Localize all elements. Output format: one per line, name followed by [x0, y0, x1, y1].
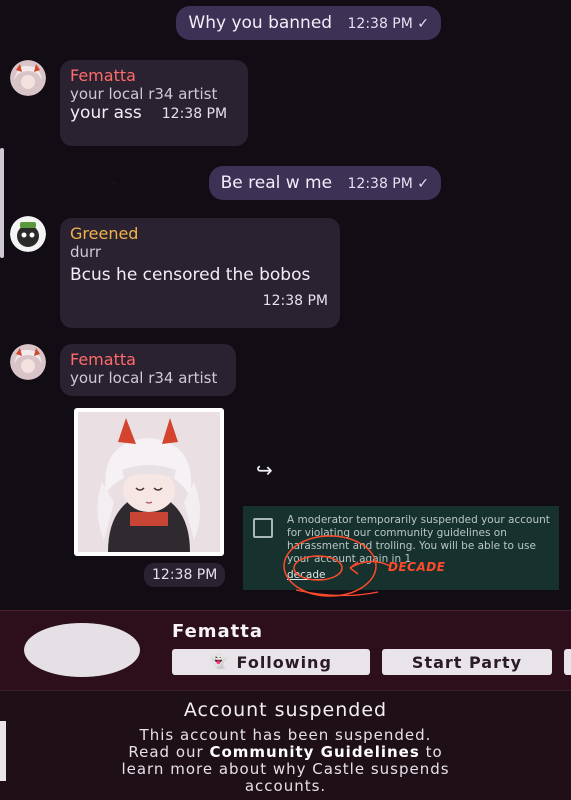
image-attachment[interactable] — [74, 408, 224, 556]
scroll-edge-indicator — [0, 148, 4, 258]
following-label: Following — [236, 652, 332, 672]
message-time: 12:38 PM — [144, 563, 226, 587]
avatar-fematta[interactable] — [10, 344, 46, 380]
start-party-label: Start Party — [411, 652, 523, 672]
profile-card: Fematta 👻 Following Start Party — [0, 610, 571, 690]
suspended-line: This account has been suspended. — [139, 726, 432, 744]
incoming-message[interactable]: Greened durr Bcus he censored the bobos … — [60, 218, 340, 328]
message-text: your ass — [70, 103, 142, 123]
ghost-icon: 👻 — [210, 654, 229, 670]
following-button[interactable]: 👻 Following — [172, 649, 370, 675]
sender-subtitle: durr — [70, 243, 102, 261]
forward-icon[interactable]: ↪ — [256, 458, 273, 482]
sender-subtitle: your local r34 artist — [70, 369, 218, 387]
message-time: 12:38 PM ✓ — [347, 176, 430, 192]
profile-avatar[interactable] — [24, 623, 140, 677]
avatar-greened[interactable] — [10, 216, 46, 252]
suspended-body: This account has been suspended. Read ou… — [0, 727, 571, 795]
sender-name[interactable]: Fematta — [70, 350, 224, 369]
panel-edge — [0, 721, 6, 781]
suspended-line: to — [419, 743, 443, 761]
castle-logo-icon — [253, 518, 273, 538]
sender-name[interactable]: Fematta — [70, 66, 236, 85]
incoming-message[interactable]: Fematta your local r34 artist your ass 1… — [60, 60, 248, 146]
suspended-title: Account suspended — [183, 699, 388, 721]
message-time: 12:38 PM ✓ — [347, 16, 430, 32]
account-suspended-panel: Account suspended This account has been … — [0, 690, 571, 800]
suspended-line: Read our — [128, 743, 210, 761]
community-guidelines-link[interactable]: Community Guidelines — [209, 743, 419, 761]
outgoing-message[interactable]: Be real w me 12:38 PM ✓ — [208, 166, 441, 200]
incoming-message-header[interactable]: Fematta your local r34 artist — [60, 344, 236, 396]
message-text: Bcus he censored the bobos — [70, 265, 311, 285]
notice-highlight-word: decade — [287, 569, 326, 581]
decade-annotation: DECADE — [388, 560, 446, 574]
sender-name[interactable]: Greened — [70, 224, 328, 243]
message-time: 12:38 PM — [262, 293, 328, 309]
avatar-fematta[interactable] — [10, 60, 46, 96]
suspended-line: learn more about why Castle suspends — [121, 760, 450, 778]
more-button[interactable] — [564, 649, 571, 675]
message-text: Why you banned — [188, 13, 333, 33]
start-party-button[interactable]: Start Party — [382, 649, 552, 675]
outgoing-message[interactable]: Why you banned 12:38 PM ✓ — [176, 6, 441, 40]
message-time: 12:38 PM — [161, 106, 228, 122]
suspension-notice-screenshot: A moderator temporarily suspended your a… — [243, 506, 559, 590]
sender-subtitle: your local r34 artist — [70, 85, 218, 103]
profile-name: Fematta — [172, 621, 264, 642]
chat-area[interactable]: Why you banned 12:38 PM ✓ Fematta your l… — [0, 0, 571, 610]
suspended-line: accounts. — [244, 777, 327, 795]
anime-character-image — [78, 412, 220, 552]
notice-text: A moderator temporarily suspended your a… — [287, 514, 550, 565]
message-text: Be real w me — [220, 173, 333, 193]
